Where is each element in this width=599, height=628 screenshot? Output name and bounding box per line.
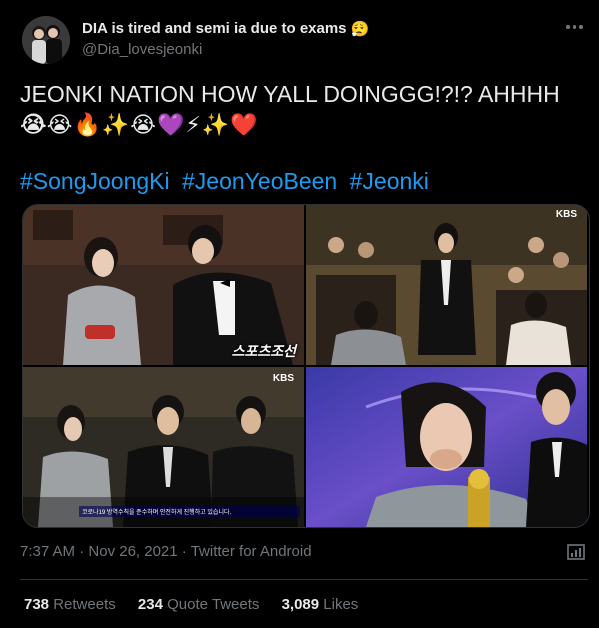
photo3-broadcast-logo: KBS — [272, 373, 294, 384]
hashtags: #SongJoongKi #JeonYeoBeen #Jeonki — [20, 168, 435, 195]
hashtag-jeonyeobeen[interactable]: #JeonYeoBeen — [182, 168, 337, 194]
tweet-client[interactable]: Twitter for Android — [191, 543, 312, 560]
divider-top — [20, 579, 588, 580]
display-name-text: DIA is tired and semi ia due to exams — [82, 20, 347, 37]
tweet-emoji-row: 😭 😭 🔥 ✨ 😭 💜 ⚡ ✨ ❤️ — [20, 111, 258, 139]
likes-label: Likes — [323, 596, 359, 613]
crying-face-emoji: 😭 — [130, 112, 156, 137]
fire-emoji: 🔥 — [73, 112, 101, 137]
likes-count: 3,089 — [281, 596, 320, 613]
lightning-emoji: ⚡ — [185, 112, 201, 137]
media-grid: 스포츠조선 KBS KBS 코로나19 방역수칙을 준수하며 안전하게 진행하고… — [22, 204, 590, 528]
hashtag-jeonki[interactable]: #Jeonki — [350, 168, 429, 194]
avatar[interactable] — [22, 16, 70, 64]
meta-separator-2: · — [177, 543, 191, 560]
tweet-meta: 7:37 AM · Nov 26, 2021 · Twitter for And… — [20, 543, 312, 560]
photo-1[interactable]: 스포츠조선 — [23, 205, 304, 365]
retweets-stat[interactable]: 738 Retweets — [24, 596, 116, 613]
photo3-subtitle: 코로나19 방역수칙을 준수하며 안전하게 진행하고 있습니다. — [79, 506, 300, 517]
tweet-time[interactable]: 7:37 AM — [20, 543, 75, 560]
user-handle[interactable]: @Dia_lovesjeonki — [82, 41, 202, 58]
tweet-card: DIA is tired and semi ia due to exams 😮‍… — [0, 0, 599, 628]
photo1-watermark: 스포츠조선 — [231, 343, 296, 359]
engagement-stats: 738 Retweets 234 Quote Tweets 3,089 Like… — [24, 596, 376, 613]
sparkles-emoji: ✨ — [101, 112, 130, 137]
analytics-icon[interactable] — [566, 542, 586, 562]
red-heart-emoji: ❤️ — [230, 112, 258, 137]
photo-3[interactable]: KBS 코로나19 방역수칙을 준수하며 안전하게 진행하고 있습니다. — [23, 367, 304, 527]
quote-tweets-count: 234 — [137, 596, 163, 613]
crying-face-emoji: 😭 — [20, 112, 46, 137]
quote-tweets-stat[interactable]: 234 Quote Tweets — [138, 596, 259, 613]
sparkles-emoji: ✨ — [201, 112, 230, 137]
more-options-icon[interactable] — [566, 20, 588, 34]
meta-separator: · — [75, 543, 89, 560]
quote-tweets-label: Quote Tweets — [167, 596, 260, 613]
hashtag-songjoongki[interactable]: #SongJoongKi — [20, 168, 170, 194]
retweets-label: Retweets — [53, 596, 116, 613]
face-exhaling-emoji: 😮‍💨 — [350, 21, 370, 39]
likes-stat[interactable]: 3,089 Likes — [282, 596, 359, 613]
crying-face-emoji: 😭 — [46, 112, 73, 137]
photo-4[interactable] — [306, 367, 587, 527]
tweet-date[interactable]: Nov 26, 2021 — [88, 543, 177, 560]
display-name[interactable]: DIA is tired and semi ia due to exams 😮‍… — [82, 20, 369, 38]
purple-heart-emoji: 💜 — [156, 112, 185, 137]
avatar-image — [22, 16, 70, 64]
photo-2[interactable]: KBS — [306, 205, 587, 365]
photo2-broadcast-logo: KBS — [555, 209, 577, 220]
tweet-text-line1: JEONKI NATION HOW YALL DOINGGG!?!? AHHHH — [20, 81, 560, 107]
retweets-count: 738 — [24, 596, 50, 613]
